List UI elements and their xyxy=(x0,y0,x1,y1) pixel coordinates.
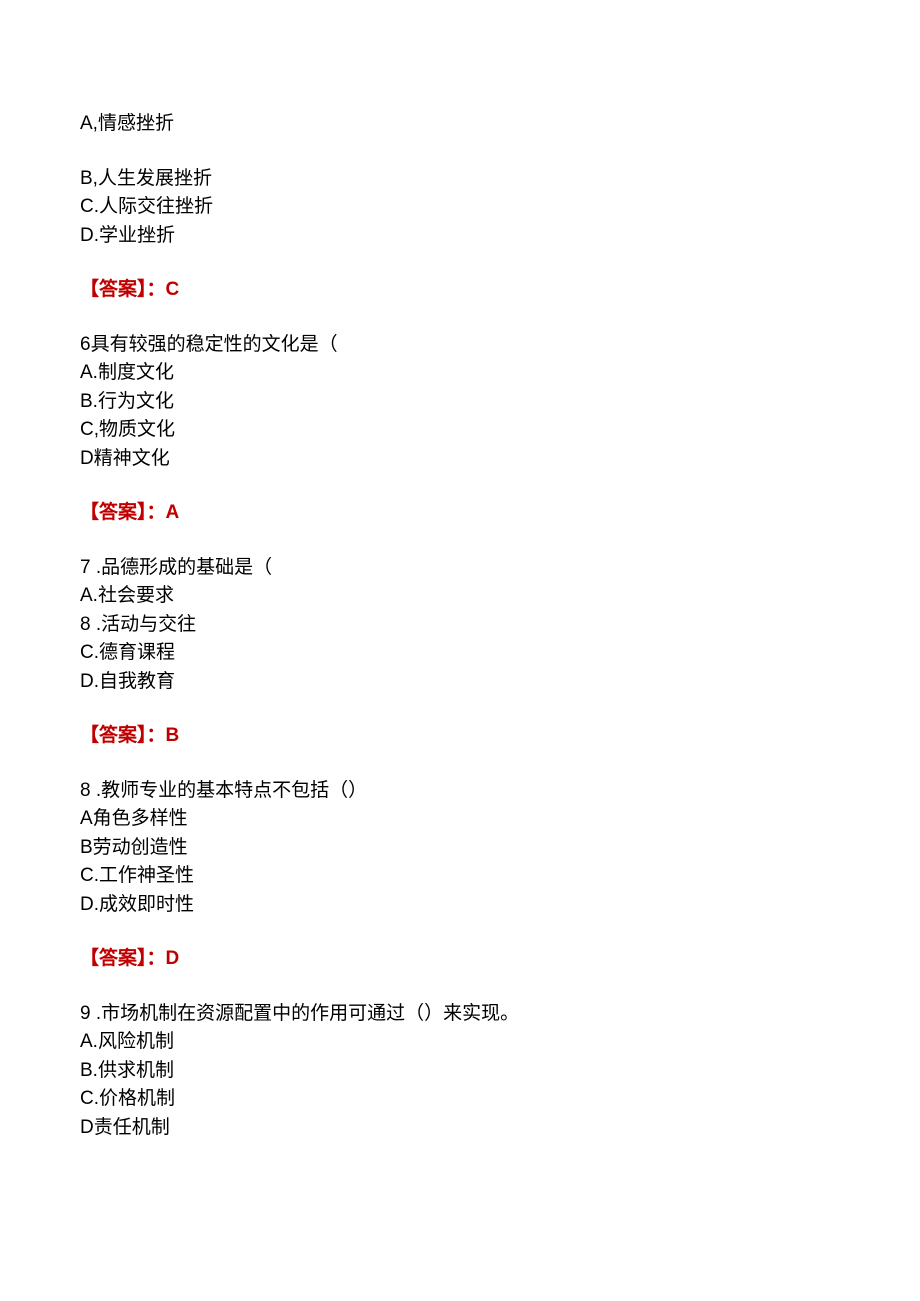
option-a: A.制度文化 xyxy=(80,359,850,388)
answer-value: D xyxy=(166,948,180,969)
option-c: C.德育课程 xyxy=(80,639,850,668)
option-a: A角色多样性 xyxy=(80,805,850,834)
question-7: 7 .品德形成的基础是（ A.社会要求 8 .活动与交往 C.德育课程 D.自我… xyxy=(80,554,850,697)
answer-6: 【答案】：A xyxy=(80,499,850,528)
option-c: C.价格机制 xyxy=(80,1085,850,1114)
option-b: B劳动创造性 xyxy=(80,834,850,863)
option-b: B.供求机制 xyxy=(80,1057,850,1086)
gap xyxy=(80,139,850,165)
option-d: D.学业挫折 xyxy=(80,222,850,251)
answer-label: 【答案】： xyxy=(80,502,166,523)
answer-5: 【答案】：C xyxy=(80,276,850,305)
option-a: A.风险机制 xyxy=(80,1028,850,1057)
question-9: 9 .市场机制在资源配置中的作用可通过（）来实现。 A.风险机制 B.供求机制 … xyxy=(80,1000,850,1143)
question-stem: 9 .市场机制在资源配置中的作用可通过（）来实现。 xyxy=(80,1000,850,1029)
question-6: 6具有较强的稳定性的文化是（ A.制度文化 B.行为文化 C,物质文化 D精神文… xyxy=(80,331,850,474)
answer-7: 【答案】：B xyxy=(80,722,850,751)
option-a: A.社会要求 xyxy=(80,582,850,611)
question-stem: 8 .教师专业的基本特点不包括（） xyxy=(80,777,850,806)
option-b: B,人生发展挫折 xyxy=(80,165,850,194)
option-a: A,情感挫折 xyxy=(80,110,850,139)
option-c: C.工作神圣性 xyxy=(80,862,850,891)
option-d: D精神文化 xyxy=(80,445,850,474)
option-d: D.自我教育 xyxy=(80,668,850,697)
question-5-continued: A,情感挫折 B,人生发展挫折 C.人际交往挫折 D.学业挫折 xyxy=(80,110,850,250)
question-stem: 6具有较强的稳定性的文化是（ xyxy=(80,331,850,360)
answer-label: 【答案】： xyxy=(80,725,166,746)
gap xyxy=(80,751,850,777)
option-c: C,物质文化 xyxy=(80,416,850,445)
answer-8: 【答案】：D xyxy=(80,945,850,974)
option-d: D.成效即时性 xyxy=(80,891,850,920)
option-b: 8 .活动与交往 xyxy=(80,611,850,640)
gap xyxy=(80,305,850,331)
question-8: 8 .教师专业的基本特点不包括（） A角色多样性 B劳动创造性 C.工作神圣性 … xyxy=(80,777,850,920)
answer-label: 【答案】： xyxy=(80,948,166,969)
option-d: D责任机制 xyxy=(80,1114,850,1143)
gap xyxy=(80,974,850,1000)
answer-value: C xyxy=(166,279,180,300)
option-c: C.人际交往挫折 xyxy=(80,193,850,222)
option-b: B.行为文化 xyxy=(80,388,850,417)
answer-label: 【答案】： xyxy=(80,279,166,300)
gap xyxy=(80,528,850,554)
question-stem: 7 .品德形成的基础是（ xyxy=(80,554,850,583)
answer-value: A xyxy=(166,502,180,523)
answer-value: B xyxy=(166,725,180,746)
